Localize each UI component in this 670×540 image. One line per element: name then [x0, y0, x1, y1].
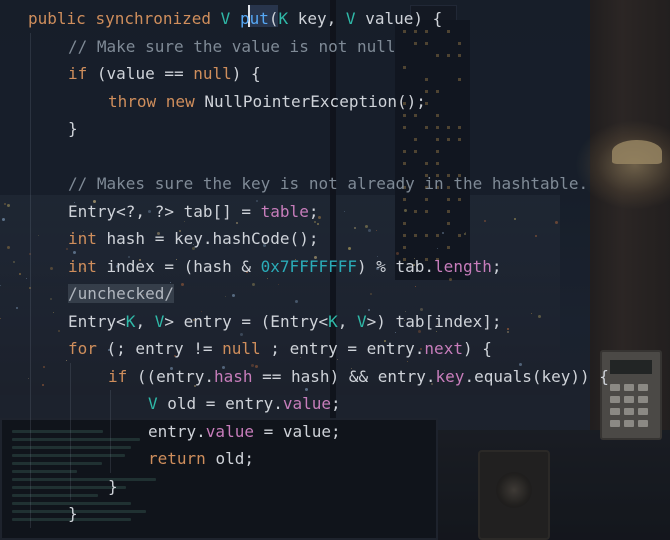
code-line[interactable]: V old = entry.value; — [148, 390, 341, 418]
code-token-plain: ; — [331, 394, 341, 413]
code-token-plain: entry. — [148, 421, 206, 441]
code-token-plain: ; — [308, 201, 319, 221]
code-line[interactable]: // Make sure the value is not null — [68, 33, 396, 61]
code-token-plain: (; entry != — [106, 339, 223, 358]
code-token-kw: public — [28, 9, 96, 28]
code-token-plain: Entry<?, ?> tab[] = — [68, 201, 261, 221]
code-token-plain: ((entry. — [136, 366, 214, 386]
code-token-field: value — [205, 421, 254, 441]
code-line[interactable]: int index = (hash & 0x7FFFFFFF) % tab.le… — [68, 253, 501, 281]
code-token-plain: > entry = (Entry< — [164, 311, 329, 331]
code-token-field: value — [282, 394, 332, 413]
code-token-fn: put — [239, 9, 269, 28]
code-token-kw: for — [68, 339, 107, 358]
code-token-field: table — [260, 201, 309, 221]
code-token-type: K — [278, 9, 298, 28]
code-line[interactable]: // Makes sure the key is not already in … — [68, 170, 588, 198]
code-token-plain: old; — [215, 449, 254, 468]
code-line[interactable]: for (; entry != null ; entry = entry.nex… — [68, 335, 492, 363]
code-token-plain: ; entry = entry. — [270, 339, 425, 358]
code-token-kw: int — [68, 256, 107, 276]
code-line[interactable]: int hash = key.hashCode(); — [68, 225, 318, 253]
code-token-type: V — [220, 9, 240, 28]
code-token-plain: == hash) && entry. — [252, 366, 436, 386]
code-token-plain: = value; — [253, 421, 341, 441]
code-token-kw: return — [148, 449, 216, 468]
code-token-kw: throw — [108, 91, 166, 111]
code-token-plain: } — [108, 476, 118, 496]
code-token-kw: null — [193, 64, 232, 83]
code-token-field: length — [434, 256, 492, 276]
code-token-field: hash — [213, 366, 253, 386]
code-line[interactable]: if ((entry.hash == hash) && entry.key.eq… — [108, 363, 609, 391]
code-token-kw: if — [108, 366, 137, 386]
code-token-plain: ) { — [231, 64, 261, 83]
code-token-plain: ) { — [462, 339, 492, 358]
code-token-kw: null — [222, 339, 271, 358]
code-token-kw: new — [165, 91, 205, 111]
code-token-comment: // Makes sure the key is not already in … — [68, 174, 589, 193]
code-line[interactable]: if (value == null) { — [68, 60, 261, 88]
code-token-comment: // Make sure the value is not null — [68, 36, 396, 56]
code-editor[interactable]: public synchronized V put(K key, V value… — [0, 0, 670, 540]
code-token-type: K — [328, 311, 338, 331]
code-token-plain: old = entry. — [167, 394, 283, 413]
code-line[interactable]: Entry<?, ?> tab[] = table; — [68, 198, 318, 226]
code-token-plain: } — [68, 504, 78, 523]
code-token-field: next — [424, 339, 463, 358]
code-token-plain: NullPointerException(); — [204, 91, 426, 111]
code-token-plain: } — [68, 119, 78, 138]
code-token-plain: value) { — [365, 9, 443, 28]
code-token-plain: index = (hash & — [106, 256, 261, 276]
code-token-plain: ; — [491, 256, 502, 276]
code-token-plain: key, — [297, 9, 346, 28]
code-token-num: 0x7FFFFFFF — [260, 256, 357, 276]
code-token-type: V — [148, 394, 168, 413]
code-line[interactable]: } — [68, 500, 78, 528]
indent-guide — [30, 32, 31, 528]
code-token-type: V — [357, 311, 367, 331]
code-token-annot: /unchecked/ — [68, 284, 174, 303]
code-token-plain: (value == — [96, 64, 194, 83]
code-token-plain: Entry< — [68, 311, 126, 331]
code-line[interactable]: } — [68, 115, 78, 143]
code-line[interactable]: return old; — [148, 445, 254, 473]
code-line[interactable]: throw new NullPointerException(); — [108, 88, 426, 116]
code-token-plain: >) tab[index]; — [366, 311, 502, 331]
code-token-plain: , — [135, 311, 155, 331]
indent-guide — [110, 390, 111, 473]
code-token-plain: ) % tab. — [356, 256, 435, 276]
code-token-kw: int — [68, 229, 107, 248]
code-token-field: key — [435, 366, 465, 386]
code-token-kw: if — [68, 64, 97, 83]
code-token-type: K — [125, 311, 136, 331]
code-line[interactable]: public synchronized V put(K key, V value… — [28, 5, 442, 33]
code-line[interactable]: } — [108, 473, 118, 501]
code-token-plain: , — [337, 311, 358, 331]
code-token-type: V — [154, 311, 165, 331]
code-token-type: V — [345, 9, 366, 28]
code-line[interactable]: entry.value = value; — [148, 418, 341, 446]
code-token-kw: synchronized — [95, 9, 221, 28]
code-token-plain: hash = key.hashCode(); — [106, 229, 319, 248]
code-line[interactable]: /unchecked/ — [68, 280, 174, 308]
code-line[interactable]: Entry<K, V> entry = (Entry<K, V>) tab[in… — [68, 308, 502, 336]
code-token-plain: .equals(key)) { — [464, 366, 609, 386]
indent-guide — [70, 362, 71, 500]
